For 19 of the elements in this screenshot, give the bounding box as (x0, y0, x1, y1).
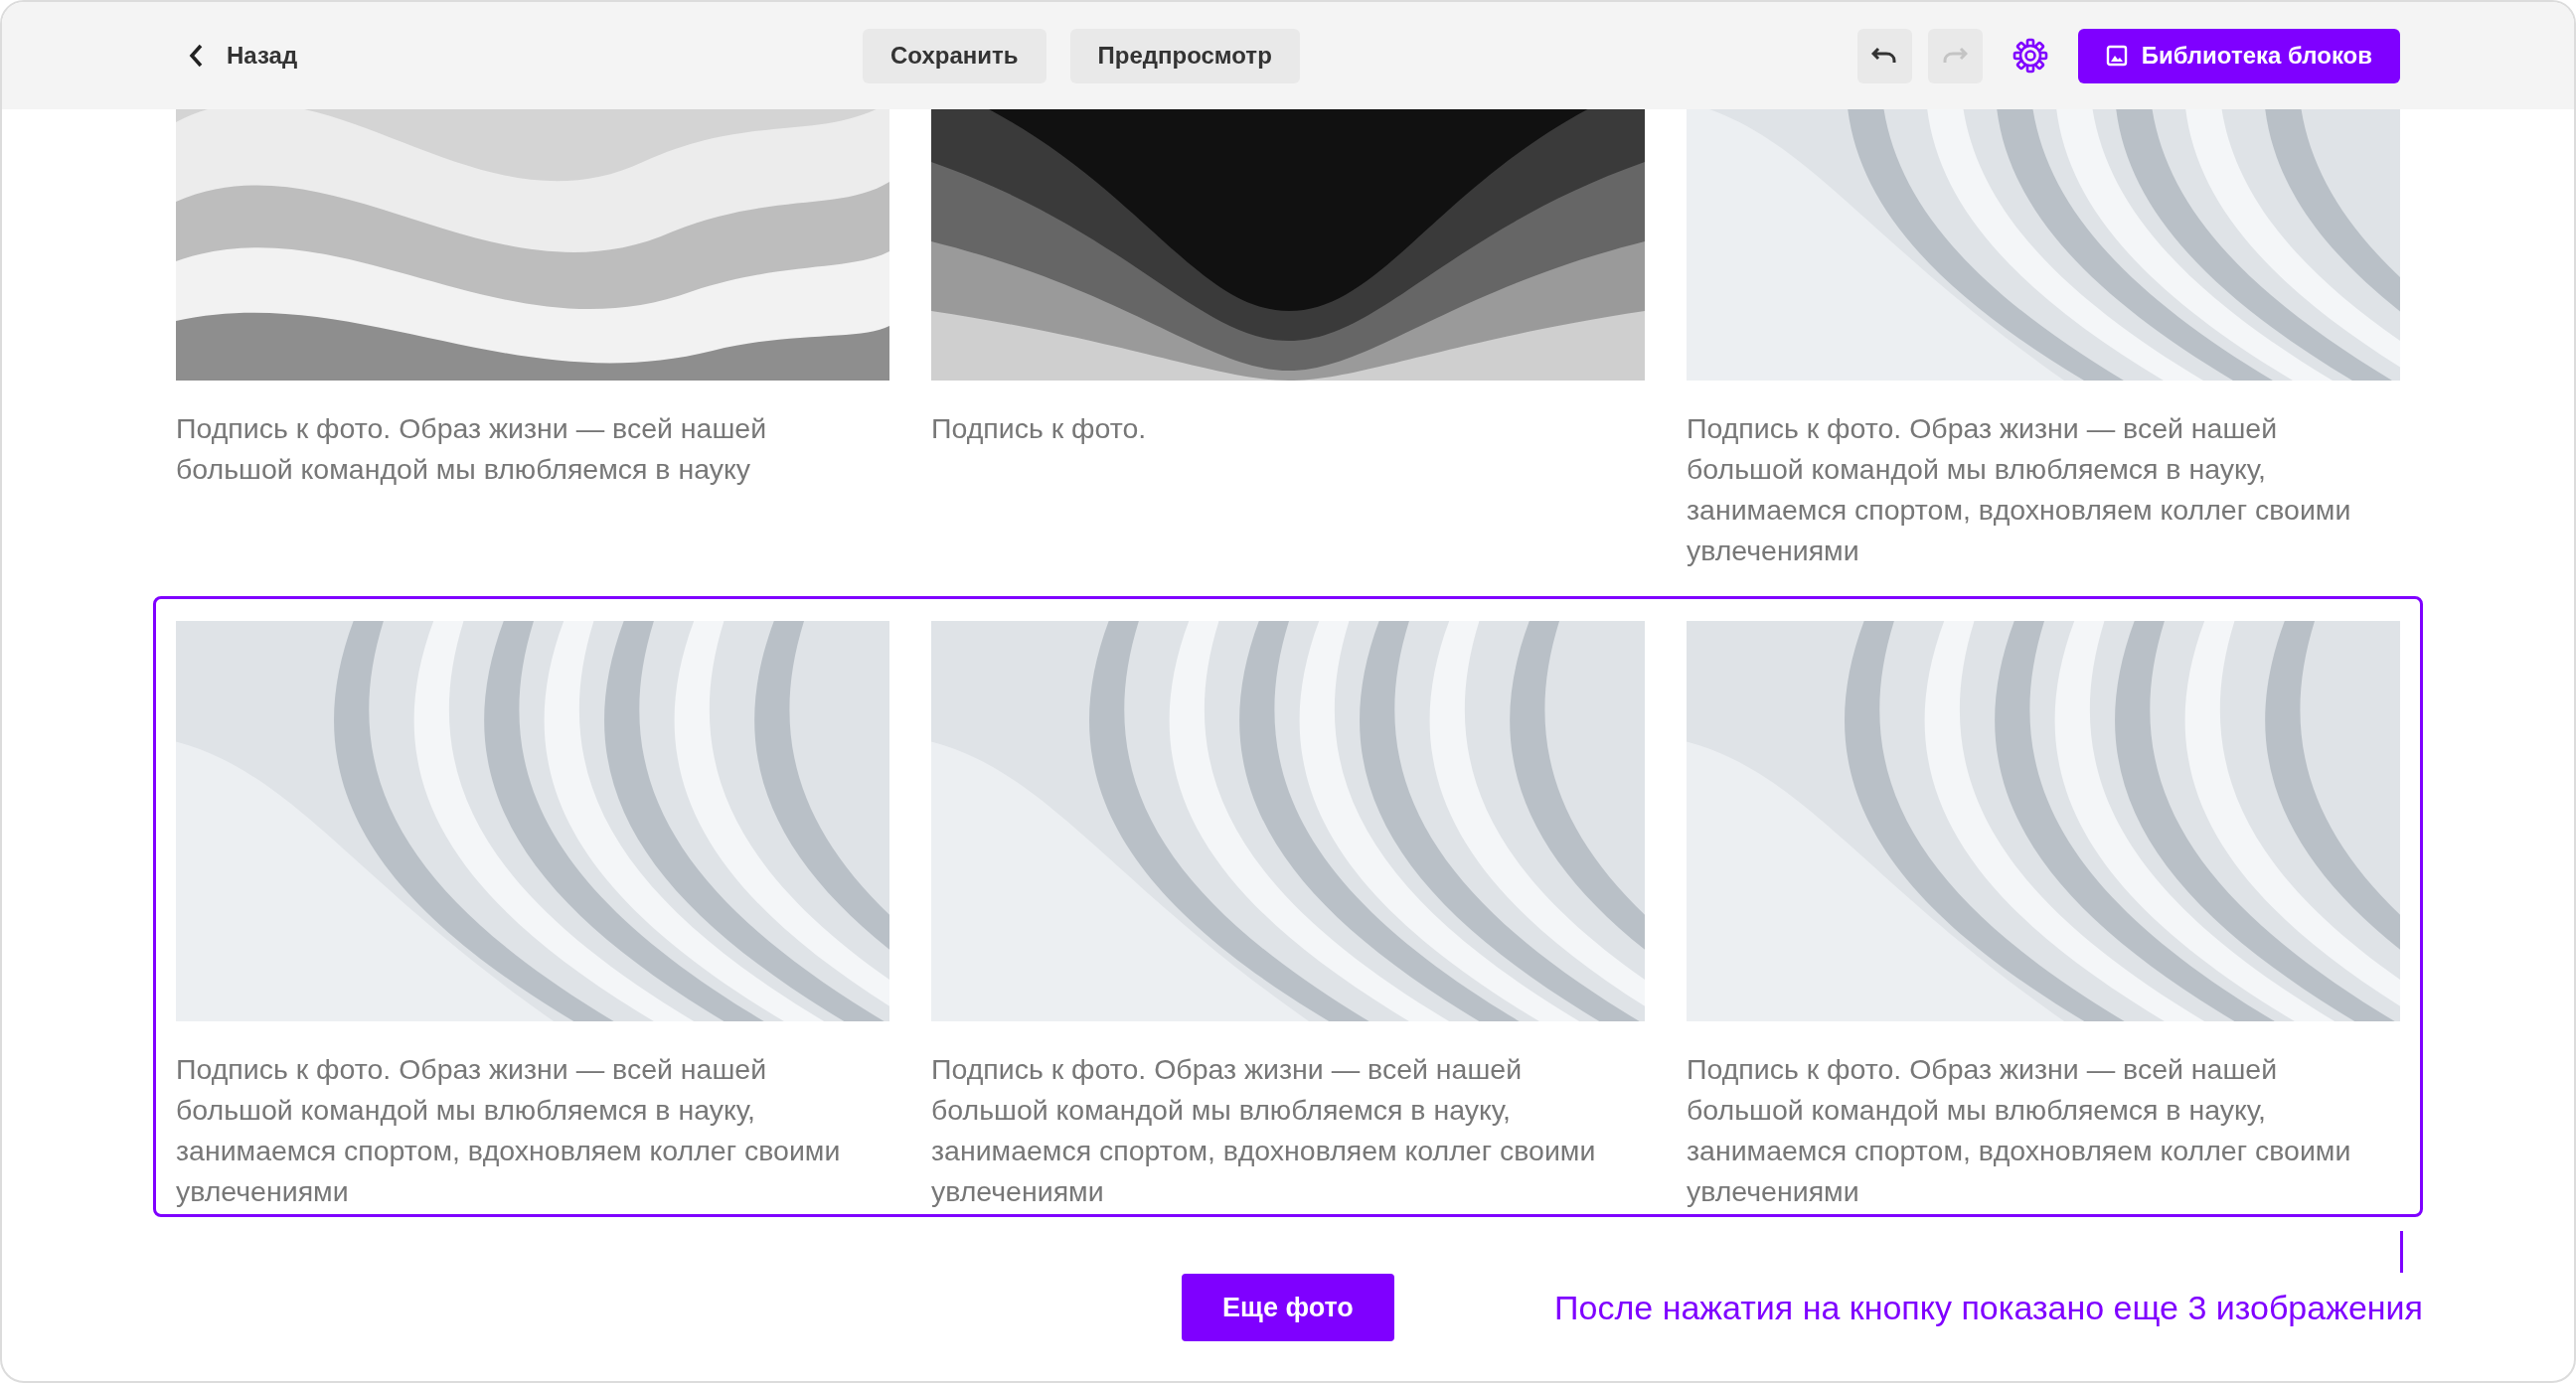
photo-caption: Подпись к фото. (931, 411, 1148, 446)
save-button[interactable]: Сохранить (863, 28, 1046, 83)
chevron-left-icon (189, 44, 203, 68)
block-library-button[interactable]: Библиотека блоков (2077, 28, 2400, 83)
photo-caption: Подпись к фото. Образ жизни — всей нашей большой командой мы влюбляемся в науку, занимаемся спортом, вдохновляем коллег своими увлечениями (176, 1052, 842, 1209)
redo-arrow-icon (1942, 46, 1969, 66)
photo-caption: Подпись к фото. Образ жизни — всей нашей большой командой мы влюбляемся в науку (176, 411, 768, 487)
annotation-text: После нажатия на кнопку показано еще 3 изображения (1554, 1288, 2423, 1328)
undo-arrow-icon (1871, 46, 1898, 66)
leader-line (2400, 1231, 2403, 1273)
image-icon (2105, 45, 2128, 67)
back-link[interactable]: Назад (181, 34, 306, 77)
settings-icon[interactable] (2012, 38, 2048, 74)
preview-button[interactable]: Предпросмотр (1069, 28, 1300, 83)
photo-caption: Подпись к фото. Образ жизни — всей нашей большой командой мы влюбляемся в науку, занимаемся спортом, вдохновляем коллег своими увлечениями (931, 1052, 1597, 1209)
photo-caption: Подпись к фото. Образ жизни — всей нашей большой командой мы влюбляемся в науку, занимаемся спортом, вдохновляем коллег своими увлечениями (1687, 411, 2352, 568)
more-photos-button[interactable]: Еще фото (1182, 1274, 1394, 1341)
undo-button[interactable] (1856, 28, 1912, 83)
photo-caption: Подпись к фото. Образ жизни — всей нашей большой командой мы влюбляемся в науку, занимаемся спортом, вдохновляем коллег своими увлечениями (1687, 1052, 2352, 1209)
